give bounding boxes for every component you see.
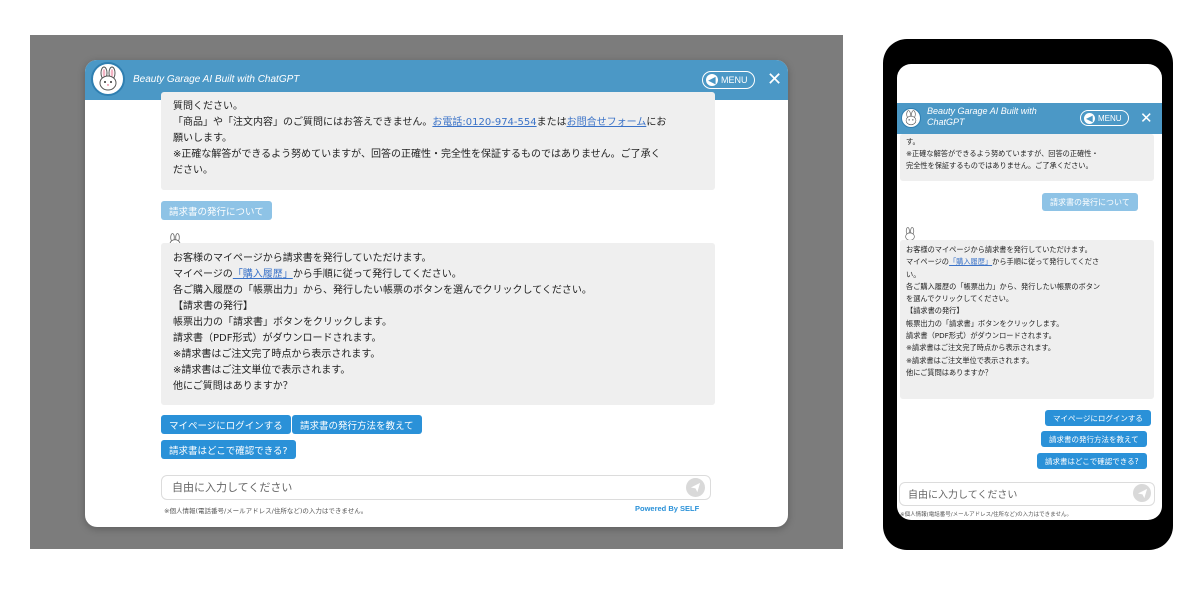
reply-text: から手順に従って発行してください。 — [292, 269, 462, 280]
user-message: 請求書の発行について — [161, 201, 272, 220]
mobile-chat-title: Beauty Garage AI Built with ChatGPT — [927, 106, 1037, 128]
close-icon[interactable]: ✕ — [767, 71, 782, 89]
intro-line: 質問ください。 — [173, 101, 243, 112]
message-input[interactable] — [162, 476, 710, 499]
privacy-notice: ※個人情報(電話番号/メールアドレス/住所など)の入力はできません。 — [164, 507, 368, 515]
reply-line: 【請求書の発行】 — [906, 306, 964, 316]
suggestion-login-button[interactable]: マイページにログインする — [161, 415, 291, 434]
reply-text: から手順に従って発行してくださ — [992, 257, 1100, 267]
reply-text: マイページの — [173, 269, 233, 280]
contact-form-link[interactable]: お問合せフォーム — [567, 117, 647, 128]
mobile-message-input[interactable] — [900, 484, 1154, 507]
menu-button[interactable]: ◀ MENU — [702, 71, 755, 89]
intro-text: 「商品」や「注文内容」のご質問にはお答えできません。 — [173, 117, 433, 128]
intro-line: 「商品」や「注文内容」のご質問にはお答えできません。お電話:0120-974-5… — [173, 115, 703, 131]
mobile-suggestion-login-button[interactable]: マイページにログインする — [1045, 410, 1151, 426]
bot-reply-message: お客様のマイページから請求書を発行していただけます。 マイページの「購入履歴」か… — [161, 243, 715, 405]
reply-line: 他にご質問はありますか？ — [173, 381, 293, 392]
message-input-wrapper — [161, 475, 711, 500]
bunny-mascot-icon — [905, 227, 915, 241]
reply-line: ※請求書はご注文単位で表示されます。 — [173, 365, 351, 376]
title-line: ChatGPT — [927, 117, 965, 127]
intro-line: ださい。 — [173, 165, 213, 176]
reply-line: 他にご質問はありますか？ — [906, 367, 993, 377]
menu-label: MENU — [721, 75, 748, 85]
mobile-suggestion-how-to-issue-button[interactable]: 請求書の発行方法を教えて — [1041, 431, 1147, 447]
intro-message: 質問ください。 「商品」や「注文内容」のご質問にはお答えできません。お電話:01… — [161, 92, 715, 190]
mobile-message-input-wrapper — [899, 482, 1155, 507]
mobile-menu-button[interactable]: ◀ MENU — [1080, 110, 1129, 126]
mobile-user-message: 請求書の発行について — [1042, 193, 1138, 211]
reply-line: 帳票出力の「請求書」ボタンをクリックします。 — [906, 318, 1064, 328]
intro-line: ※正確な解答ができるよう努めていますが、回答の正確性・ — [906, 149, 1099, 158]
mobile-chat-header: Beauty Garage AI Built with ChatGPT ◀ ME… — [897, 103, 1162, 134]
suggestion-where-to-check-button[interactable]: 請求書はどこで確認できる? — [161, 440, 296, 459]
intro-text: または — [536, 117, 567, 128]
chat-title: Beauty Garage AI Built with ChatGPT — [133, 74, 300, 85]
screenshot-stage: Beauty Garage AI Built with ChatGPT ◀ ME… — [0, 0, 1200, 590]
intro-line: 願いします。 — [173, 133, 232, 144]
mobile-chat-screen: Beauty Garage AI Built with ChatGPT ◀ ME… — [897, 64, 1162, 520]
mobile-close-icon[interactable]: ✕ — [1140, 109, 1153, 127]
reply-line: を選んでクリックしてください。 — [906, 294, 1014, 304]
suggestion-how-to-issue-button[interactable]: 請求書の発行方法を教えて — [292, 415, 422, 434]
send-paper-plane-icon — [690, 482, 701, 493]
reply-line: 帳票出力の「請求書」ボタンをクリックします。 — [173, 317, 392, 328]
back-arrow-icon: ◀ — [1084, 112, 1095, 124]
bunny-mascot-icon — [901, 108, 921, 128]
reply-line: 各ご購入履歴の「帳票出力」から、発行したい帳票のボタン — [906, 281, 1101, 291]
mobile-privacy-notice: ※個人情報(電話番号/メールアドレス/住所など)の入力はできません。 — [900, 512, 1072, 518]
mobile-intro-message: す。 ※正確な解答ができるよう努めていますが、回答の正確性・ 完全性を保証するも… — [900, 134, 1154, 181]
menu-label: MENU — [1098, 113, 1122, 123]
reply-line: い。 — [906, 269, 921, 279]
send-button[interactable] — [686, 478, 705, 497]
reply-line: お客様のマイページから請求書を発行していただけます。 — [906, 245, 1092, 254]
title-line: Beauty Garage AI Built with — [927, 106, 1037, 116]
reply-line: ※請求書はご注文単位で表示されます。 — [906, 355, 1034, 365]
desktop-chat-window: Beauty Garage AI Built with ChatGPT ◀ ME… — [85, 60, 788, 527]
mobile-send-button[interactable] — [1133, 484, 1151, 502]
reply-line: マイページの「購入履歴」から手順に従って発行してください。 — [173, 267, 703, 283]
reply-line: 【請求書の発行】 — [173, 301, 253, 312]
reply-line: お客様のマイページから請求書を発行していただけます。 — [173, 253, 432, 264]
purchase-history-link[interactable]: 「購入履歴」 — [233, 269, 293, 280]
powered-by-link[interactable]: Powered By SELF — [635, 504, 699, 513]
reply-line: ※請求書はご注文完了時点から表示されます。 — [173, 349, 381, 360]
mobile-bot-reply-message: お客様のマイページから請求書を発行していただけます。 マイページの「購入履歴」か… — [900, 240, 1154, 399]
reply-line: マイページの「購入履歴」から手順に従って発行してくださ — [906, 256, 1148, 268]
purchase-history-link[interactable]: 「購入履歴」 — [949, 257, 992, 266]
intro-line: 完全性を保証するものではありません。ご了承ください。 — [906, 161, 1093, 170]
reply-line: 請求書（PDF形式）がダウンロードされます。 — [906, 331, 1056, 341]
mobile-suggestion-where-to-check-button[interactable]: 請求書はどこで確認できる? — [1037, 453, 1147, 469]
phone-link[interactable]: お電話:0120-974-554 — [432, 117, 536, 128]
bunny-mascot-icon — [91, 62, 125, 96]
back-arrow-icon: ◀ — [706, 74, 718, 86]
intro-line: ※正確な解答ができるよう努めていますが、回答の正確性・完全性を保証するものではあ… — [173, 149, 661, 160]
send-paper-plane-icon — [1137, 488, 1147, 498]
reply-text: マイページの — [906, 257, 949, 267]
intro-text: にお — [646, 117, 667, 128]
reply-line: 各ご購入履歴の「帳票出力」から、発行したい帳票のボタンを選んでクリックしてくださ… — [173, 285, 592, 296]
reply-line: ※請求書はご注文完了時点から表示されます。 — [906, 343, 1056, 353]
reply-line: 請求書（PDF形式）がダウンロードされます。 — [173, 333, 382, 344]
intro-line: す。 — [906, 137, 920, 146]
